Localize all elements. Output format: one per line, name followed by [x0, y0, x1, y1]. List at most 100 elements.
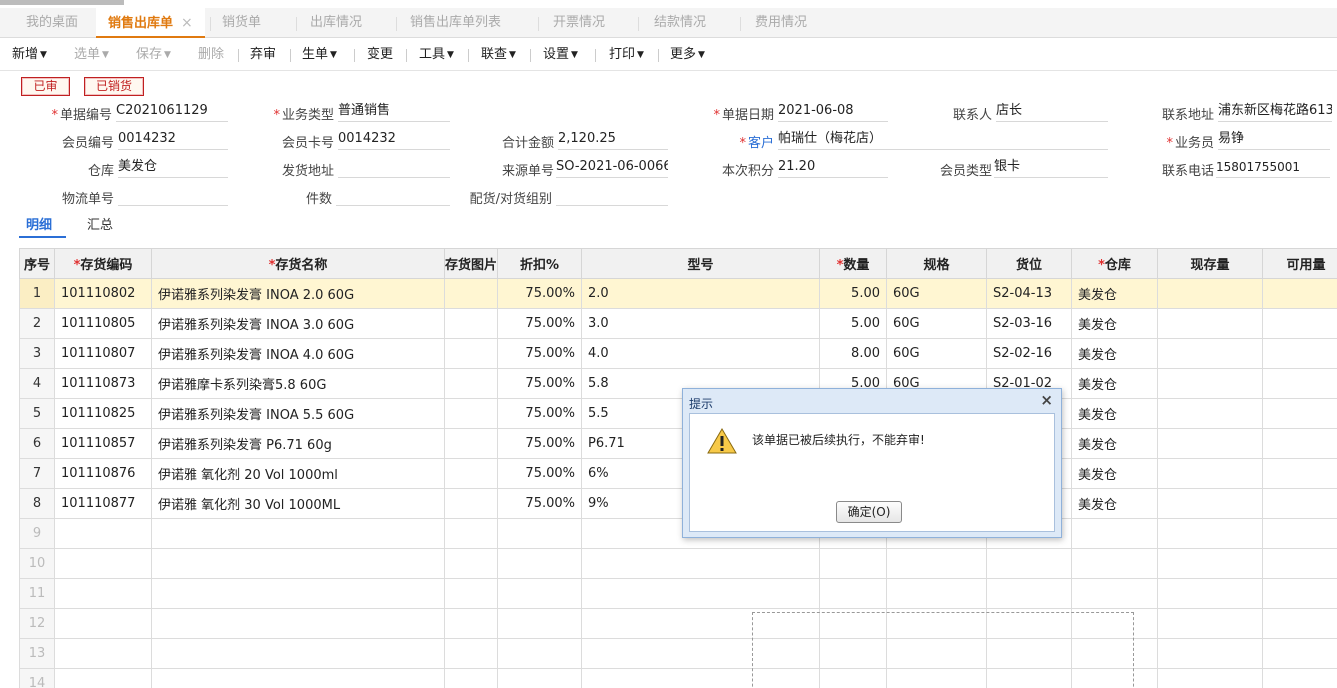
add-button[interactable]: 新增 ▼ — [12, 39, 47, 71]
row-available[interactable] — [1262, 458, 1337, 489]
tab-sales-outbound[interactable]: 销售出库单 × — [96, 8, 205, 38]
member-no-field[interactable]: 0014232 — [118, 130, 228, 150]
row-model[interactable] — [581, 548, 820, 579]
row-stock[interactable] — [1157, 488, 1263, 519]
row-discount[interactable]: 75.00% — [497, 338, 582, 369]
table-row-empty[interactable]: 11 — [19, 578, 1337, 609]
row-available[interactable] — [1262, 278, 1337, 309]
row-name[interactable] — [151, 668, 445, 688]
tab-detail[interactable]: 明细 — [19, 214, 66, 238]
table-row[interactable]: 4 101110873 伊诺雅摩卡系列染膏5.8 60G 75.00% 5.8 5.00 6… — [19, 368, 1337, 399]
row-code[interactable] — [54, 578, 152, 609]
col-spec[interactable]: 规格 — [886, 248, 987, 279]
row-discount[interactable]: 75.00% — [497, 398, 582, 429]
row-qty[interactable]: 5.00 — [819, 308, 887, 339]
row-location[interactable]: S2-03-16 — [986, 308, 1072, 339]
table-row[interactable]: 6 101110857 伊诺雅系列染发膏 P6.71 60g 75.00% P6.71 美… — [19, 428, 1337, 459]
group-field[interactable] — [556, 186, 668, 206]
table-row[interactable]: 3 101110807 伊诺雅系列染发膏 INOA 4.0 60G 75.00% 4.0… — [19, 338, 1337, 369]
row-qty[interactable]: 5.00 — [819, 278, 887, 309]
row-discount[interactable] — [497, 668, 582, 688]
row-available[interactable] — [1262, 488, 1337, 519]
row-spec[interactable]: 60G — [886, 278, 987, 309]
tab-outbound-list[interactable]: 销售出库单列表 — [410, 8, 501, 38]
col-qty[interactable]: *数量 — [819, 248, 887, 279]
row-discount[interactable] — [497, 578, 582, 609]
biz-type-field[interactable]: 普通销售 — [338, 102, 450, 122]
row-available[interactable] — [1262, 668, 1337, 688]
row-discount[interactable]: 75.00% — [497, 368, 582, 399]
row-discount[interactable] — [497, 638, 582, 669]
row-name[interactable]: 伊诺雅系列染发膏 INOA 4.0 60G — [151, 338, 445, 369]
row-image[interactable] — [444, 308, 498, 339]
address-field[interactable]: 浦东新区梅花路613- — [1218, 102, 1332, 122]
ok-button[interactable]: 确定(O) — [836, 501, 902, 523]
row-image[interactable] — [444, 608, 498, 639]
col-code[interactable]: *存货编码 — [54, 248, 152, 279]
row-name[interactable]: 伊诺雅系列染发膏 INOA 5.5 60G — [151, 398, 445, 429]
row-warehouse[interactable]: 美发仓 — [1071, 428, 1158, 459]
row-available[interactable] — [1262, 338, 1337, 369]
row-discount[interactable] — [497, 548, 582, 579]
col-image[interactable]: 存货图片 — [444, 248, 498, 279]
warehouse-field[interactable]: 美发仓 — [118, 158, 228, 178]
row-code[interactable]: 101110873 — [54, 368, 152, 399]
col-location[interactable]: 货位 — [986, 248, 1072, 279]
tab-invoice-status[interactable]: 开票情况 — [553, 8, 605, 38]
doc-date-field[interactable]: 2021-06-08 — [778, 102, 888, 122]
col-warehouse[interactable]: *仓库 — [1071, 248, 1158, 279]
generate-button[interactable]: 生单 ▼ — [302, 39, 337, 71]
row-available[interactable] — [1262, 578, 1337, 609]
row-warehouse[interactable] — [1071, 548, 1158, 579]
row-stock[interactable] — [1157, 548, 1263, 579]
col-model[interactable]: 型号 — [581, 248, 820, 279]
row-name[interactable] — [151, 518, 445, 549]
row-discount[interactable]: 75.00% — [497, 308, 582, 339]
row-name[interactable]: 伊诺雅系列染发膏 INOA 2.0 60G — [151, 278, 445, 309]
col-stock[interactable]: 现存量 — [1157, 248, 1263, 279]
row-location[interactable]: S2-02-16 — [986, 338, 1072, 369]
row-location[interactable]: S2-04-13 — [986, 278, 1072, 309]
row-code[interactable]: 101110877 — [54, 488, 152, 519]
abandon-audit-button[interactable]: 弃审 — [250, 39, 276, 71]
row-location[interactable] — [986, 548, 1072, 579]
row-discount[interactable]: 75.00% — [497, 278, 582, 309]
pieces-field[interactable] — [336, 186, 450, 206]
table-row-empty[interactable]: 14 — [19, 668, 1337, 688]
logistics-field[interactable] — [118, 186, 228, 206]
row-available[interactable] — [1262, 308, 1337, 339]
settings-button[interactable]: 设置 ▼ — [543, 39, 578, 71]
row-stock[interactable] — [1157, 398, 1263, 429]
tab-sales-order[interactable]: 销货单 — [222, 8, 261, 38]
row-code[interactable]: 101110825 — [54, 398, 152, 429]
close-icon[interactable]: × — [181, 15, 193, 31]
ship-address-field[interactable] — [338, 158, 450, 178]
row-discount[interactable] — [497, 608, 582, 639]
row-name[interactable] — [151, 638, 445, 669]
row-discount[interactable]: 75.00% — [497, 458, 582, 489]
row-warehouse[interactable] — [1071, 518, 1158, 549]
row-available[interactable] — [1262, 518, 1337, 549]
tab-payment-status[interactable]: 结款情况 — [654, 8, 706, 38]
tab-outbound-status[interactable]: 出库情况 — [310, 8, 362, 38]
row-name[interactable]: 伊诺雅系列染发膏 P6.71 60g — [151, 428, 445, 459]
row-stock[interactable] — [1157, 338, 1263, 369]
delete-button[interactable]: 删除 — [198, 39, 224, 71]
row-code[interactable] — [54, 518, 152, 549]
row-qty[interactable]: 8.00 — [819, 338, 887, 369]
row-available[interactable] — [1262, 368, 1337, 399]
row-stock[interactable] — [1157, 278, 1263, 309]
table-row[interactable]: 5 101110825 伊诺雅系列染发膏 INOA 5.5 60G 75.00% 5.5… — [19, 398, 1337, 429]
row-warehouse[interactable]: 美发仓 — [1071, 458, 1158, 489]
row-discount[interactable]: 75.00% — [497, 488, 582, 519]
row-discount[interactable]: 75.00% — [497, 428, 582, 459]
row-model[interactable]: 2.0 — [581, 278, 820, 309]
row-image[interactable] — [444, 548, 498, 579]
doc-no-field[interactable]: C2021061129 — [116, 102, 228, 122]
tab-desktop[interactable]: 我的桌面 — [26, 8, 78, 38]
row-location[interactable] — [986, 578, 1072, 609]
row-model[interactable]: 3.0 — [581, 308, 820, 339]
salesman-field[interactable]: 易铮 — [1218, 130, 1330, 150]
table-row-empty[interactable]: 13 — [19, 638, 1337, 669]
row-stock[interactable] — [1157, 608, 1263, 639]
